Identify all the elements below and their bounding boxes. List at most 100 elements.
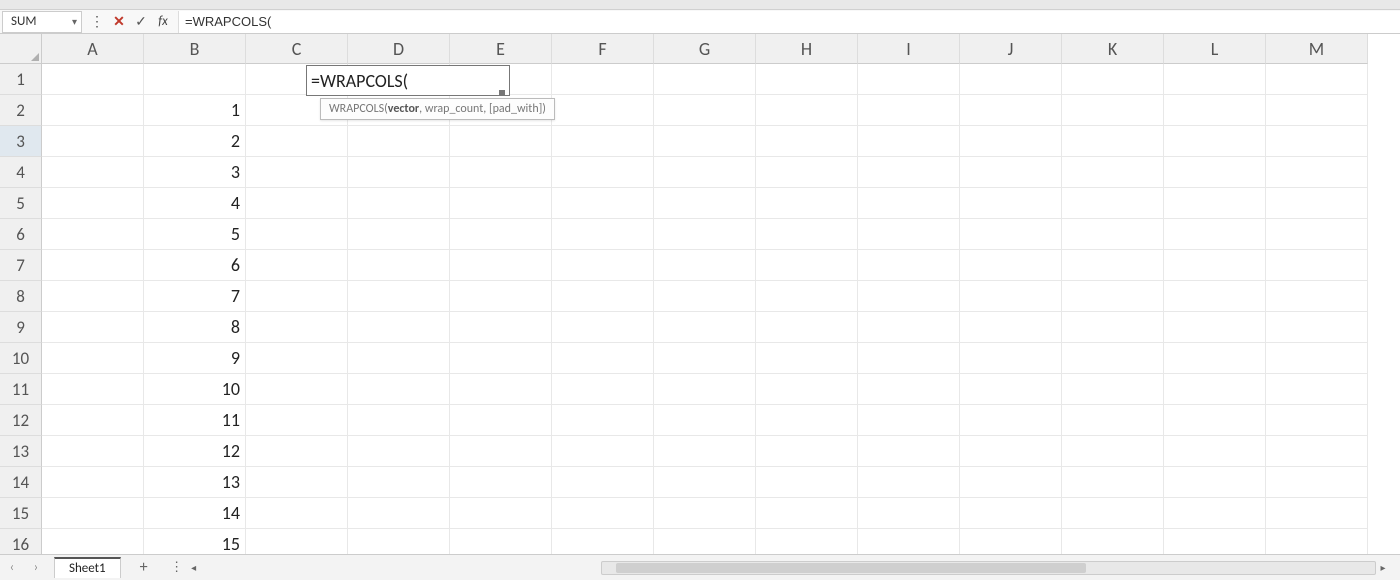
sheet-tab[interactable]: Sheet1: [54, 557, 121, 578]
cell[interactable]: [756, 343, 858, 374]
cell[interactable]: [348, 188, 450, 219]
cell[interactable]: [858, 374, 960, 405]
cell[interactable]: [348, 498, 450, 529]
row-header[interactable]: 10: [0, 343, 42, 374]
cell[interactable]: [756, 436, 858, 467]
cell[interactable]: [858, 281, 960, 312]
cell[interactable]: 9: [144, 343, 246, 374]
cell[interactable]: [960, 405, 1062, 436]
cell[interactable]: [1266, 498, 1368, 529]
cell[interactable]: [1164, 219, 1266, 250]
cell[interactable]: [246, 405, 348, 436]
fill-handle[interactable]: [499, 90, 505, 96]
cell[interactable]: [654, 498, 756, 529]
cell[interactable]: [756, 467, 858, 498]
select-all-corner[interactable]: [0, 34, 42, 64]
cell[interactable]: [756, 95, 858, 126]
cell[interactable]: [756, 188, 858, 219]
cell[interactable]: 11: [144, 405, 246, 436]
cell[interactable]: [552, 157, 654, 188]
horizontal-scrollbar[interactable]: [601, 561, 1376, 575]
row-header[interactable]: 6: [0, 219, 42, 250]
cell[interactable]: [450, 219, 552, 250]
tooltip-current-arg[interactable]: vector: [388, 102, 419, 116]
cell[interactable]: [246, 498, 348, 529]
cell[interactable]: [246, 157, 348, 188]
cell[interactable]: [960, 157, 1062, 188]
cell[interactable]: [1266, 250, 1368, 281]
column-header[interactable]: E: [450, 34, 552, 64]
cell[interactable]: [450, 312, 552, 343]
cell[interactable]: [1266, 405, 1368, 436]
cell[interactable]: [246, 250, 348, 281]
cell[interactable]: [960, 436, 1062, 467]
cell[interactable]: [348, 467, 450, 498]
cell[interactable]: [42, 219, 144, 250]
cell[interactable]: [246, 436, 348, 467]
cell[interactable]: [1164, 281, 1266, 312]
cell[interactable]: [348, 219, 450, 250]
column-header[interactable]: B: [144, 34, 246, 64]
cell[interactable]: [1164, 126, 1266, 157]
row-header[interactable]: 2: [0, 95, 42, 126]
cell[interactable]: [552, 467, 654, 498]
tab-prev-icon[interactable]: ‹: [0, 560, 24, 575]
cell[interactable]: [552, 250, 654, 281]
cell[interactable]: [1164, 188, 1266, 219]
cell[interactable]: [858, 250, 960, 281]
cell[interactable]: [858, 64, 960, 95]
cell[interactable]: [246, 467, 348, 498]
cell[interactable]: [1164, 467, 1266, 498]
cell[interactable]: [552, 219, 654, 250]
cell[interactable]: [42, 95, 144, 126]
cell[interactable]: [552, 405, 654, 436]
cell[interactable]: [960, 95, 1062, 126]
cell[interactable]: 10: [144, 374, 246, 405]
cell[interactable]: [450, 250, 552, 281]
cell[interactable]: [42, 188, 144, 219]
row-header[interactable]: 9: [0, 312, 42, 343]
cell[interactable]: [858, 343, 960, 374]
cell[interactable]: [654, 126, 756, 157]
cell[interactable]: [654, 157, 756, 188]
cell[interactable]: [960, 250, 1062, 281]
cell[interactable]: [1062, 250, 1164, 281]
cell[interactable]: [1062, 374, 1164, 405]
cell[interactable]: [450, 126, 552, 157]
cell[interactable]: 3: [144, 157, 246, 188]
cell[interactable]: [1164, 250, 1266, 281]
cell[interactable]: [960, 312, 1062, 343]
cell[interactable]: [1266, 312, 1368, 343]
cell[interactable]: [1062, 343, 1164, 374]
cell[interactable]: [42, 250, 144, 281]
cell[interactable]: [654, 64, 756, 95]
formula-input[interactable]: [178, 11, 1400, 33]
cell[interactable]: [654, 467, 756, 498]
cell[interactable]: [246, 219, 348, 250]
row-header[interactable]: 7: [0, 250, 42, 281]
cell[interactable]: [654, 312, 756, 343]
scroll-right-icon[interactable]: ▸: [1376, 561, 1390, 574]
cell[interactable]: [1164, 498, 1266, 529]
cell[interactable]: [552, 436, 654, 467]
column-header[interactable]: D: [348, 34, 450, 64]
cell[interactable]: [1062, 126, 1164, 157]
cell[interactable]: [552, 64, 654, 95]
cell[interactable]: [552, 498, 654, 529]
cell[interactable]: 12: [144, 436, 246, 467]
cell[interactable]: [552, 281, 654, 312]
column-header[interactable]: L: [1164, 34, 1266, 64]
cell[interactable]: [858, 157, 960, 188]
cell[interactable]: [246, 126, 348, 157]
cell[interactable]: [1164, 95, 1266, 126]
cell[interactable]: [858, 467, 960, 498]
cell[interactable]: [756, 498, 858, 529]
cell[interactable]: [1062, 188, 1164, 219]
cell[interactable]: [42, 374, 144, 405]
chevron-down-icon[interactable]: ▾: [72, 15, 77, 28]
cell[interactable]: [246, 374, 348, 405]
row-header[interactable]: 13: [0, 436, 42, 467]
fx-icon[interactable]: fx: [154, 13, 172, 31]
cell[interactable]: [348, 436, 450, 467]
column-header[interactable]: C: [246, 34, 348, 64]
